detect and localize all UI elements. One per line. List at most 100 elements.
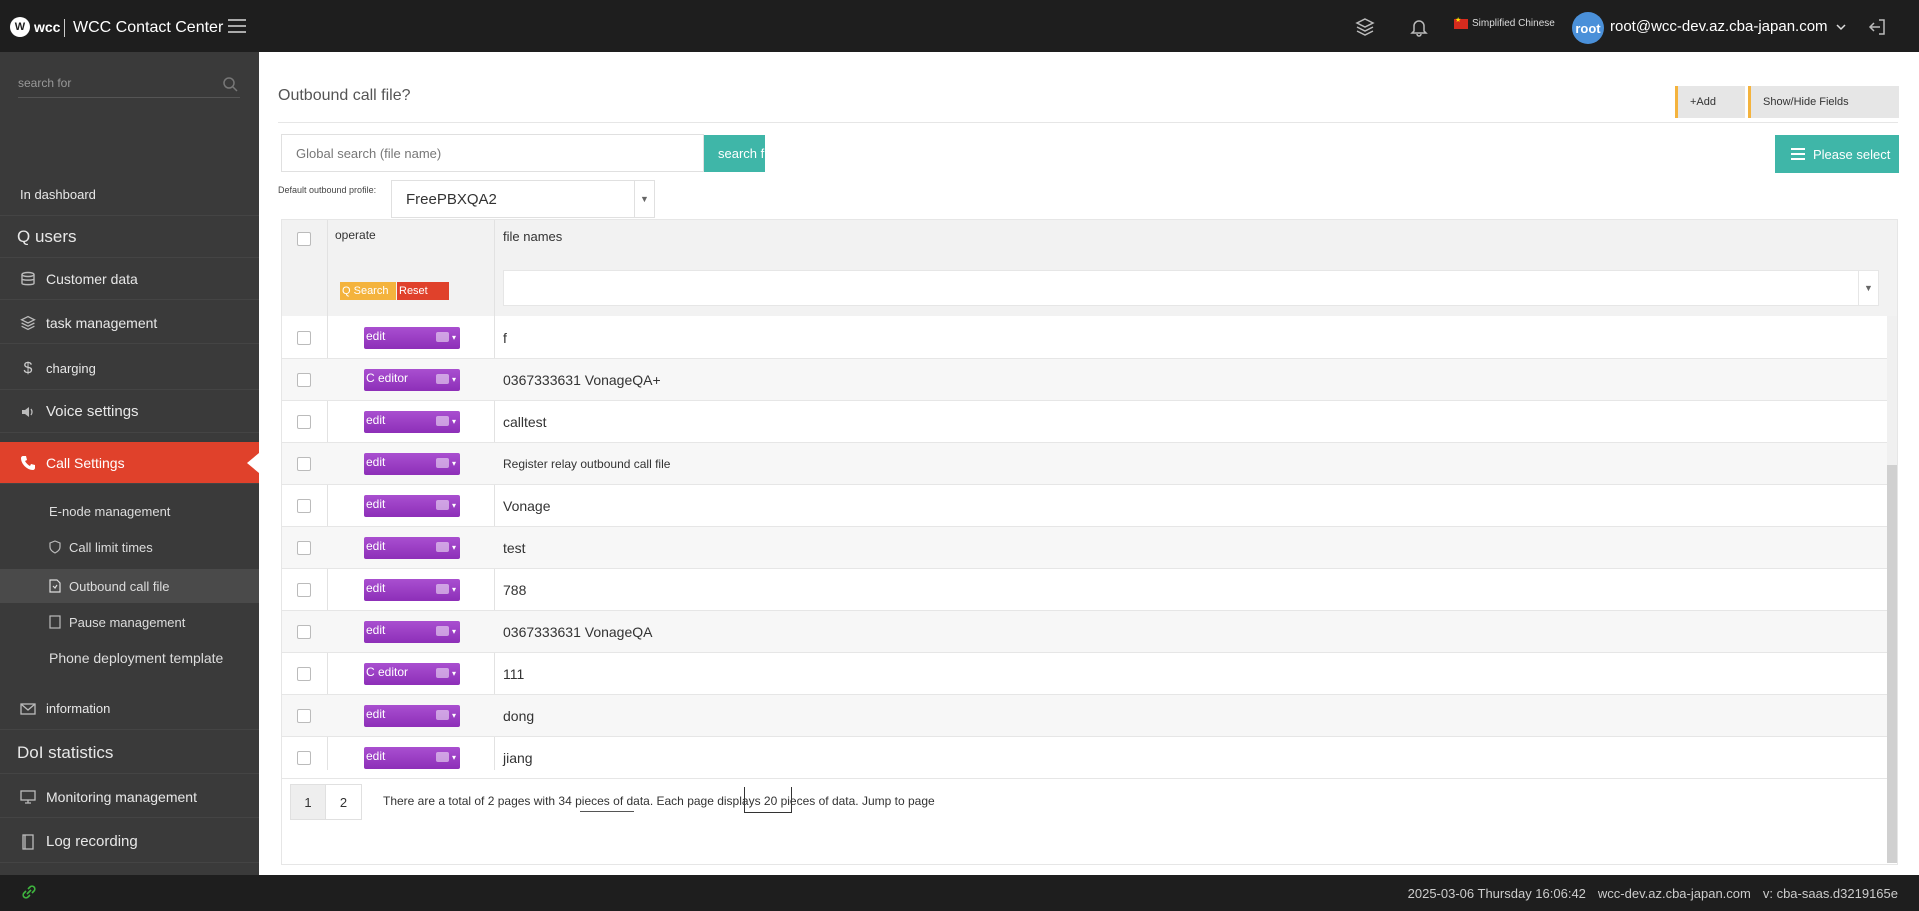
sidebar-item-label: DoI statistics	[17, 742, 114, 762]
more-options-icon[interactable]: ▾	[435, 500, 456, 510]
sidebar-subitem-pause-management[interactable]: Pause management	[0, 605, 259, 639]
more-options-icon[interactable]: ▾	[435, 668, 456, 678]
document-icon	[49, 614, 63, 630]
file-name-filter[interactable]: ▼	[503, 270, 1879, 306]
page-size-select[interactable]	[580, 787, 634, 812]
more-options-icon[interactable]: ▾	[435, 626, 456, 636]
status-host: wcc-dev.az.cba-japan.com	[1597, 886, 1751, 901]
menu-toggle-icon[interactable]	[228, 19, 246, 33]
row-checkbox[interactable]	[297, 709, 311, 723]
filter-reset-button[interactable]: Reset	[397, 282, 449, 300]
outbound-profile-select[interactable]: FreePBXQA2 ▼	[391, 180, 655, 218]
sidebar-item-dashboard[interactable]: In dashboard	[0, 174, 259, 216]
search-button[interactable]: search f	[704, 135, 765, 172]
table-row[interactable]: edit ▾ jiang	[282, 737, 1887, 779]
row-edit-button[interactable]: edit ▾	[364, 537, 460, 559]
sidebar-item-information[interactable]: information	[0, 688, 259, 730]
jump-to-page-input[interactable]	[744, 787, 792, 813]
table-row[interactable]: C editor ▾ 111	[282, 653, 1887, 695]
table-row[interactable]: edit ▾ 788	[282, 569, 1887, 611]
show-hide-fields-button[interactable]: Show/Hide Fields	[1748, 86, 1899, 118]
search-icon[interactable]	[222, 76, 238, 97]
filter-search-button[interactable]: Q Search	[340, 282, 396, 300]
sidebar-subitem-outbound-call-file[interactable]: Outbound call file	[0, 569, 259, 603]
row-file-name: 0367333631 VonageQA	[503, 624, 653, 640]
table-row[interactable]: C editor ▾ 0367333631 VonageQA+	[282, 359, 1887, 401]
more-options-icon[interactable]: ▾	[435, 710, 456, 720]
avatar[interactable]: root	[1572, 12, 1604, 44]
book-icon	[18, 832, 38, 852]
table-row[interactable]: edit ▾ f	[282, 317, 1887, 359]
add-button[interactable]: +Add	[1675, 86, 1745, 118]
please-select-label: Please select	[1813, 146, 1891, 162]
scrollbar-thumb[interactable]	[1887, 465, 1897, 863]
row-checkbox[interactable]	[297, 499, 311, 513]
sidebar-item-monitoring[interactable]: Monitoring management	[0, 776, 259, 818]
row-checkbox[interactable]	[297, 625, 311, 639]
sidebar-subitem-phone-deployment[interactable]: Phone deployment template	[0, 641, 259, 675]
global-search-input[interactable]	[282, 135, 703, 171]
bell-icon[interactable]	[1408, 16, 1430, 38]
more-options-icon[interactable]: ▾	[435, 458, 456, 468]
row-checkbox[interactable]	[297, 583, 311, 597]
sidebar-search-input[interactable]	[18, 76, 208, 90]
row-edit-button[interactable]: edit ▾	[364, 495, 460, 517]
sidebar-item-customer-data[interactable]: Customer data	[0, 258, 259, 300]
page-title: Outbound call file?	[278, 87, 411, 104]
sidebar-subitem-e-node[interactable]: E-node management	[0, 494, 259, 528]
row-checkbox[interactable]	[297, 373, 311, 387]
page-2-button[interactable]: 2	[326, 784, 362, 820]
row-file-name: Vonage	[503, 498, 551, 514]
row-edit-button[interactable]: edit ▾	[364, 621, 460, 643]
row-edit-button[interactable]: edit ▾	[364, 579, 460, 601]
sidebar-item-label: In dashboard	[20, 187, 96, 202]
layers-icon[interactable]	[1354, 16, 1376, 38]
sidebar-item-voice-settings[interactable]: Voice settings	[0, 391, 259, 433]
row-checkbox[interactable]	[297, 457, 311, 471]
row-edit-button[interactable]: edit ▾	[364, 705, 460, 727]
row-edit-button[interactable]: C editor ▾	[364, 369, 460, 391]
row-edit-button[interactable]: edit ▾	[364, 453, 460, 475]
row-edit-button[interactable]: edit ▾	[364, 747, 460, 769]
more-options-icon[interactable]: ▾	[435, 332, 456, 342]
page-1-button[interactable]: 1	[290, 784, 326, 820]
sidebar-item-call-settings[interactable]: Call Settings	[0, 442, 259, 484]
sidebar-item-log-recording[interactable]: Log recording	[0, 821, 259, 863]
sidebar-item-task-management[interactable]: task management	[0, 302, 259, 344]
sidebar-item-charging[interactable]: $ charging	[0, 348, 259, 390]
table-row[interactable]: edit ▾ Register relay outbound call file	[282, 443, 1887, 485]
row-checkbox[interactable]	[297, 331, 311, 345]
table-row[interactable]: edit ▾ 0367333631 VonageQA	[282, 611, 1887, 653]
row-checkbox[interactable]	[297, 667, 311, 681]
table-row[interactable]: edit ▾ test	[282, 527, 1887, 569]
select-all-checkbox[interactable]	[297, 232, 311, 246]
table-row[interactable]: edit ▾ dong	[282, 695, 1887, 737]
more-options-icon[interactable]: ▾	[435, 752, 456, 762]
logout-icon[interactable]	[1866, 16, 1888, 38]
sidebar-subitem-call-limit[interactable]: Call limit times	[0, 530, 259, 564]
main-content: Outbound call file? +Add Show/Hide Field…	[259, 52, 1919, 875]
sidebar-item-statistics[interactable]: DoI statistics	[0, 732, 259, 774]
table-row[interactable]: edit ▾ calltest	[282, 401, 1887, 443]
row-checkbox[interactable]	[297, 415, 311, 429]
app-title: WCC Contact Center	[64, 19, 223, 37]
more-options-icon[interactable]: ▾	[435, 584, 456, 594]
user-menu[interactable]: root@wcc-dev.az.cba-japan.com	[1610, 18, 1846, 35]
phone-icon	[18, 453, 38, 473]
row-edit-button[interactable]: edit ▾	[364, 327, 460, 349]
row-checkbox[interactable]	[297, 751, 311, 765]
sidebar-item-label: Call Settings	[46, 454, 125, 471]
more-options-icon[interactable]: ▾	[435, 374, 456, 384]
row-file-name: f	[503, 330, 507, 346]
please-select-button[interactable]: Please select	[1775, 135, 1899, 173]
more-options-icon[interactable]: ▾	[435, 416, 456, 426]
row-edit-button[interactable]: C editor ▾	[364, 663, 460, 685]
table-row[interactable]: edit ▾ Vonage	[282, 485, 1887, 527]
sidebar-item-users[interactable]: Q users	[0, 216, 259, 258]
language-selector[interactable]: Simplified Chinese	[1454, 16, 1555, 29]
row-edit-button[interactable]: edit ▾	[364, 411, 460, 433]
sidebar-item-label: Monitoring management	[46, 788, 197, 805]
more-options-icon[interactable]: ▾	[435, 542, 456, 552]
row-checkbox[interactable]	[297, 541, 311, 555]
dropdown-arrow-icon: ▼	[1858, 271, 1878, 305]
